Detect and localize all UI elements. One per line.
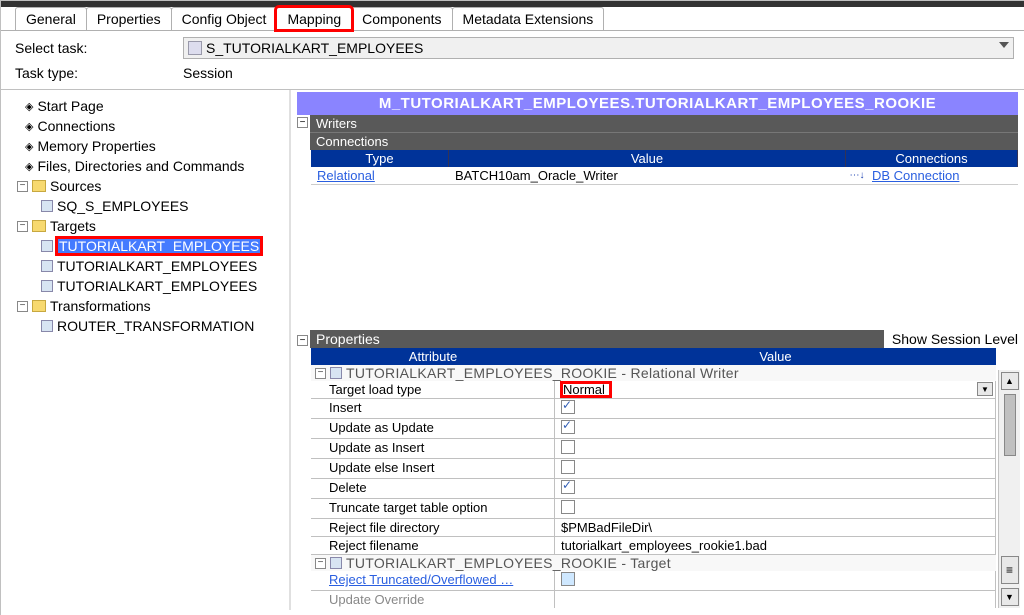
tree-start-page[interactable]: Start Page (37, 98, 103, 114)
attr-update-as-insert: Update as Insert (311, 439, 555, 458)
select-task-value: S_TUTORIALKART_EMPLOYEES (206, 40, 423, 56)
scroll-thumb[interactable] (1004, 394, 1016, 456)
checkbox-insert[interactable] (561, 400, 575, 414)
folder-icon (32, 220, 46, 232)
section-relational-writer: TUTORIALKART_EMPLOYEES_ROOKIE - Relation… (346, 365, 739, 381)
transformation-icon (41, 320, 53, 332)
tab-config-object[interactable]: Config Object (171, 7, 278, 30)
tree-targets[interactable]: Targets (50, 218, 96, 234)
tree-target-1[interactable]: TUTORIALKART_EMPLOYEES (57, 238, 261, 254)
mapping-title: M_TUTORIALKART_EMPLOYEES.TUTORIALKART_EM… (297, 92, 1018, 115)
show-session-level[interactable]: Show Session Level (884, 331, 1018, 347)
task-type-value: Session (183, 65, 1014, 81)
tree-router[interactable]: ROUTER_TRANSFORMATION (57, 318, 254, 334)
writer-icon (330, 367, 342, 379)
minus-icon[interactable]: − (17, 221, 28, 232)
tree-sq-employees[interactable]: SQ_S_EMPLOYEES (57, 198, 189, 214)
tree-connections[interactable]: Connections (37, 118, 115, 134)
task-type-label: Task type: (15, 65, 183, 81)
scroll-down-icon[interactable]: ▼ (1001, 588, 1019, 606)
bullet-icon: ◈ (25, 140, 33, 153)
tab-properties[interactable]: Properties (86, 7, 172, 30)
task-icon (188, 41, 202, 55)
bullet-icon: ◈ (25, 120, 33, 133)
db-connection-link[interactable]: DB Connection (872, 168, 959, 183)
col-type: Type (311, 150, 449, 167)
attr-truncate: Truncate target table option (311, 499, 555, 518)
attr-update-override: Update Override (311, 591, 555, 608)
tab-metadata-extensions[interactable]: Metadata Extensions (452, 7, 605, 30)
folder-icon (32, 300, 46, 312)
tree-transformations[interactable]: Transformations (50, 298, 151, 314)
checkbox-delete[interactable] (561, 480, 575, 494)
tab-components[interactable]: Components (351, 7, 452, 30)
bullet-icon: ◈ (25, 100, 33, 113)
value-col-header: Value (555, 348, 996, 365)
chevron-down-icon (999, 42, 1009, 48)
attr-reject-dir: Reject file directory (311, 519, 555, 536)
checkbox-update-else-insert[interactable] (561, 460, 575, 474)
tree-sources[interactable]: Sources (50, 178, 101, 194)
bullet-icon: ◈ (25, 160, 33, 173)
target-icon (41, 260, 53, 272)
select-task-dropdown[interactable]: S_TUTORIALKART_EMPLOYEES (183, 37, 1014, 59)
attr-reject-file: Reject filename (311, 537, 555, 554)
checkbox-reject-trunc[interactable] (561, 572, 575, 586)
attr-target-load-type: Target load type (311, 381, 555, 398)
attr-delete: Delete (311, 479, 555, 498)
navigation-tree[interactable]: ◈ Start Page ◈ Connections ◈ Memory Propert… (1, 90, 291, 610)
attr-insert: Insert (311, 399, 555, 418)
col-connections: Connections (846, 150, 1018, 167)
target-icon (41, 240, 53, 252)
writer-type-link[interactable]: Relational (317, 168, 375, 183)
minus-icon[interactable]: − (315, 558, 326, 569)
val-reject-file[interactable]: tutorialkart_employees_rookie1.bad (555, 537, 996, 554)
chevron-down-icon[interactable]: ▼ (977, 382, 993, 396)
sq-icon (41, 200, 53, 212)
scrollbar[interactable]: ▲ ≡ ▼ (998, 370, 1020, 608)
tree-memory-properties[interactable]: Memory Properties (37, 138, 155, 154)
writer-value: BATCH10am_Oracle_Writer (449, 167, 848, 185)
attr-update-else-insert: Update else Insert (311, 459, 555, 478)
tree-target-2[interactable]: TUTORIALKART_EMPLOYEES (57, 258, 257, 274)
tree-target-3[interactable]: TUTORIALKART_EMPLOYEES (57, 278, 257, 294)
tree-files-dirs[interactable]: Files, Directories and Commands (37, 158, 244, 174)
val-reject-dir[interactable]: $PMBadFileDir\ (555, 519, 996, 536)
val-target-load-type[interactable]: Normal ▼ (555, 381, 996, 398)
target-icon (41, 280, 53, 292)
checkbox-update-as-insert[interactable] (561, 440, 575, 454)
col-value: Value (449, 150, 846, 167)
connections-header: Connections (310, 132, 1018, 150)
minus-icon[interactable]: − (17, 301, 28, 312)
attr-reject-trunc[interactable]: Reject Truncated/Overflowed … (329, 572, 513, 587)
attr-update-as-update: Update as Update (311, 419, 555, 438)
tab-mapping[interactable]: Mapping (276, 7, 352, 30)
scroll-up-icon[interactable]: ▲ (1001, 372, 1019, 390)
minus-icon[interactable]: − (315, 368, 326, 379)
section-target: TUTORIALKART_EMPLOYEES_ROOKIE - Target (346, 555, 671, 571)
attr-col-header: Attribute (311, 348, 555, 365)
checkbox-update-as-update[interactable] (561, 420, 575, 434)
val-update-override[interactable] (555, 591, 996, 608)
target-icon (330, 557, 342, 569)
scroll-grip-icon[interactable]: ≡ (1001, 556, 1019, 584)
tab-general[interactable]: General (15, 7, 87, 30)
minus-icon[interactable]: − (297, 117, 308, 128)
writers-header: Writers (310, 115, 1018, 132)
browse-icon[interactable]: ⋯↓ (848, 167, 866, 185)
select-task-label: Select task: (15, 40, 183, 56)
folder-icon (32, 180, 46, 192)
properties-header: Properties (310, 330, 884, 348)
checkbox-truncate[interactable] (561, 500, 575, 514)
minus-icon[interactable]: − (297, 335, 308, 346)
minus-icon[interactable]: − (17, 181, 28, 192)
